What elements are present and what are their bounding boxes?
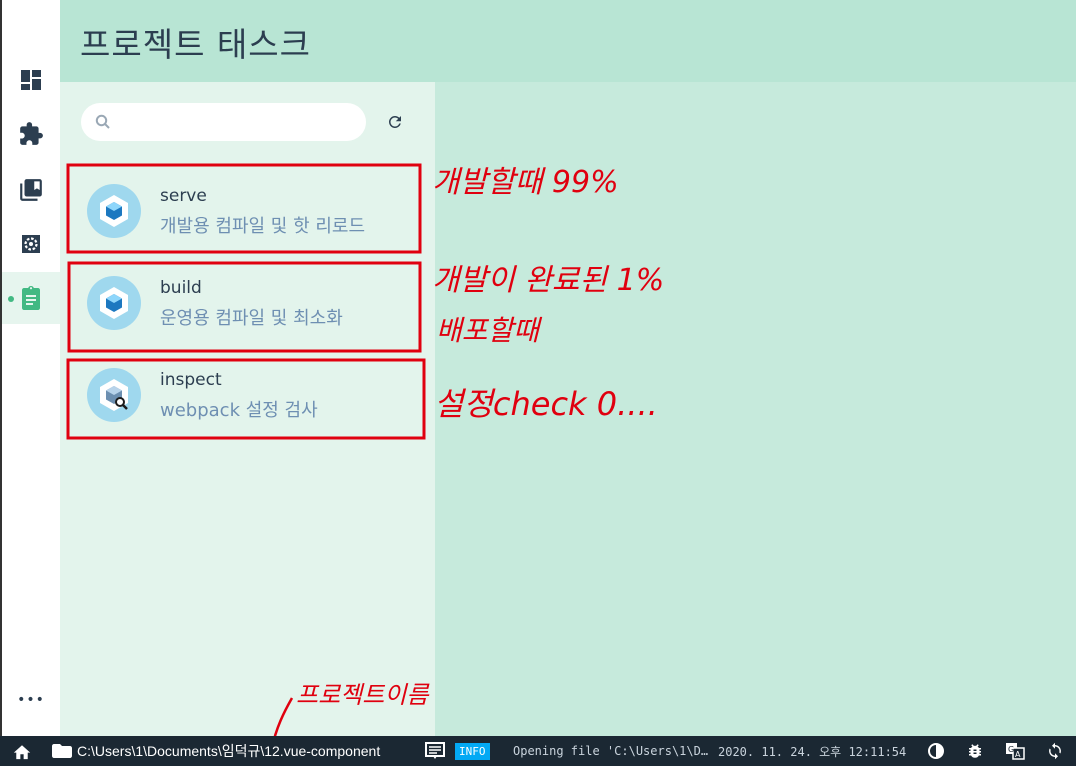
active-indicator-dot [8, 296, 14, 302]
tasks-icon [22, 286, 40, 310]
svg-text:A: A [1015, 750, 1021, 759]
search-bar[interactable] [81, 103, 366, 141]
task-name: inspect [160, 370, 222, 390]
reconnect-button[interactable] [1045, 736, 1065, 766]
dependencies-icon [20, 179, 42, 201]
log-icon [425, 742, 445, 759]
log-level-badge: INFO [455, 736, 490, 766]
project-path: C:\Users\1\Documents\임덕규\12.vue-componen… [77, 743, 381, 759]
sidebar-item-tasks[interactable] [2, 272, 60, 324]
sync-icon [1049, 742, 1061, 760]
folder-icon [52, 744, 72, 758]
log-timestamp-area: 2020. 11. 24. 오후 12:11:54 [718, 736, 906, 766]
task-item-build[interactable]: build 운영용 컴파일 및 최소화 [68, 260, 418, 346]
sidebar-item-dashboard[interactable] [2, 54, 60, 106]
sidebar: ••• [2, 0, 60, 736]
webpack-icon [87, 184, 141, 238]
more-button[interactable]: ••• [2, 690, 60, 710]
more-label: ••• [17, 692, 45, 708]
task-name: serve [160, 186, 207, 206]
translate-button[interactable]: GA [1005, 736, 1025, 766]
sidebar-item-configuration[interactable] [2, 218, 60, 270]
theme-toggle-button[interactable] [927, 736, 945, 766]
task-description: 운영용 컴파일 및 최소화 [160, 308, 343, 329]
sidebar-item-dependencies[interactable] [2, 164, 60, 216]
search-input[interactable] [121, 111, 355, 135]
log-timestamp: 2020. 11. 24. 오후 12:11:54 [718, 744, 907, 759]
task-detail-pane [435, 82, 1076, 736]
search-icon [95, 114, 110, 129]
log-toggle-button[interactable] [425, 736, 445, 766]
report-bug-button[interactable] [966, 736, 984, 766]
refresh-icon [389, 116, 401, 128]
task-item-serve[interactable]: serve 개발용 컴파일 및 핫 리로드 [68, 168, 418, 254]
bug-icon [969, 744, 981, 758]
contrast-icon [928, 743, 944, 759]
translate-icon: GA [1006, 743, 1025, 760]
dashboard-icon [21, 70, 41, 90]
app-window: ••• 프로젝트 태스크 serve 개발용 컴파일 및 핫 리로드 build… [0, 0, 1076, 736]
webpack-icon [87, 276, 141, 330]
home-button[interactable] [12, 736, 32, 766]
configuration-icon [22, 235, 40, 253]
status-bar: C:\Users\1\Documents\임덕규\12.vue-componen… [0, 736, 1076, 766]
page-header: 프로젝트 태스크 [60, 0, 1076, 82]
webpack-inspect-icon [87, 368, 141, 422]
log-level: INFO [455, 742, 490, 760]
plugins-icon [20, 122, 43, 145]
svg-text:G: G [1008, 745, 1014, 754]
sidebar-item-plugins[interactable] [2, 108, 60, 160]
log-message-area[interactable]: Opening file 'C:\Users\1\D… [513, 736, 708, 766]
project-path-button[interactable]: C:\Users\1\Documents\임덕규\12.vue-componen… [52, 736, 380, 766]
home-icon [13, 745, 31, 760]
task-name: build [160, 278, 202, 298]
page-title: 프로젝트 태스크 [80, 25, 312, 64]
log-message: Opening file 'C:\Users\1\D… [513, 744, 709, 758]
refresh-button[interactable] [384, 111, 406, 133]
task-list-pane: serve 개발용 컴파일 및 핫 리로드 build 운영용 컴파일 및 최소… [60, 82, 435, 736]
task-item-inspect[interactable]: inspect webpack 설정 검사 [68, 352, 418, 438]
task-description: webpack 설정 검사 [160, 400, 318, 421]
task-description: 개발용 컴파일 및 핫 리로드 [160, 216, 366, 237]
